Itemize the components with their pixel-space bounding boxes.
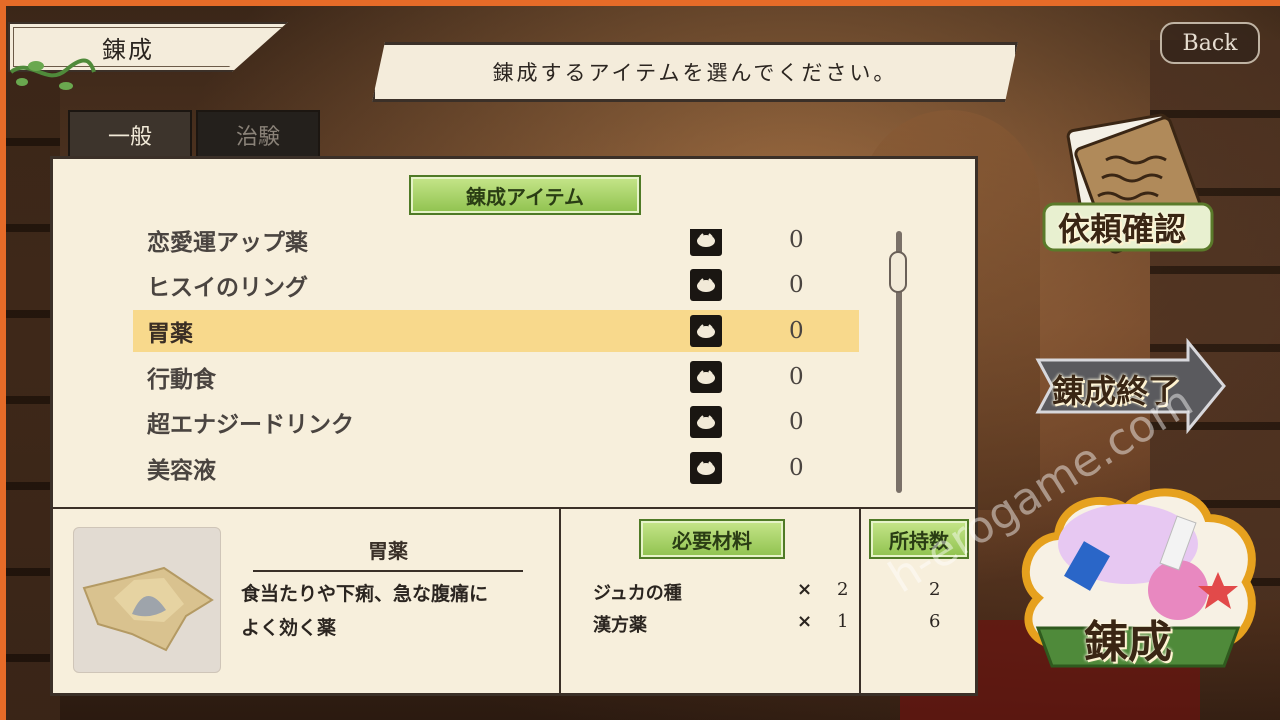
- back-button[interactable]: Back: [1160, 22, 1260, 64]
- item-bag-icon: [690, 361, 722, 393]
- item-count: 0: [789, 272, 804, 298]
- medicine-powder-icon: [82, 566, 214, 652]
- item-bag-icon: [690, 406, 722, 438]
- panel-divider: [53, 507, 975, 509]
- instruction-banner: 錬成するアイテムを選んでください。: [372, 42, 1018, 102]
- list-item[interactable]: 恋愛運アップ薬 0: [133, 229, 859, 261]
- item-count: 0: [789, 229, 804, 253]
- list-item[interactable]: 超エナジードリンク 0: [133, 401, 859, 443]
- detail-item-name: 胃薬: [253, 535, 523, 572]
- material-multiply: ×: [797, 579, 813, 600]
- list-item[interactable]: ヒスイのリング 0: [133, 264, 859, 306]
- material-multiply: ×: [797, 611, 813, 632]
- panel-divider-vertical: [559, 509, 561, 693]
- material-row: ジュカの種 × 2: [593, 577, 849, 607]
- item-count: 0: [789, 409, 804, 435]
- item-name: ヒスイのリング: [147, 275, 308, 301]
- item-count: 0: [789, 318, 804, 344]
- craft-item-list[interactable]: 恋愛運アップ薬 0 ヒスイのリング 0 胃薬 0 行動食 0 超エナジードリンク…: [133, 229, 873, 499]
- item-count: 0: [789, 364, 804, 390]
- item-bag-icon: [690, 229, 722, 256]
- tab-clinical-trial[interactable]: 治験: [196, 110, 320, 158]
- request-confirm-label: 依頼確認: [1058, 210, 1187, 248]
- panel-divider-vertical: [859, 509, 861, 693]
- item-name: 超エナジードリンク: [147, 412, 354, 438]
- material-required-qty: 1: [837, 611, 849, 632]
- craft-label: 錬成: [1084, 617, 1172, 668]
- item-count: 0: [789, 455, 804, 481]
- material-owned-qty: 6: [929, 611, 941, 632]
- craft-items-header: 錬成アイテム: [409, 175, 641, 215]
- detail-description-line: よく効く薬: [241, 617, 337, 639]
- item-name: 美容液: [147, 458, 216, 484]
- item-bag-icon: [690, 315, 722, 347]
- item-name: 恋愛運アップ薬: [147, 230, 308, 256]
- detail-description-line: 食当たりや下痢、急な腹痛に: [241, 583, 489, 605]
- tab-general[interactable]: 一般: [68, 110, 192, 158]
- instruction-text: 錬成するアイテムを選んでください。: [492, 61, 898, 85]
- list-item-selected[interactable]: 胃薬 0: [133, 310, 859, 352]
- item-thumbnail: [73, 527, 221, 673]
- item-name: 行動食: [147, 367, 216, 393]
- list-item[interactable]: 行動食 0: [133, 356, 859, 398]
- detail-description: 食当たりや下痢、急な腹痛に よく効く薬: [241, 577, 553, 645]
- list-scrollbar-thumb[interactable]: [889, 251, 907, 293]
- vine-ornament-icon: [9, 58, 96, 90]
- material-row: 漢方薬 × 1: [593, 609, 849, 639]
- material-name: ジュカの種: [593, 583, 682, 604]
- request-confirm-button[interactable]: 依頼確認: [1040, 112, 1220, 272]
- item-bag-icon: [690, 452, 722, 484]
- item-bag-icon: [690, 269, 722, 301]
- screen-title: 錬成: [102, 35, 154, 64]
- item-name: 胃薬: [147, 321, 193, 347]
- crafting-panel: 錬成アイテム 恋愛運アップ薬 0 ヒスイのリング 0 胃薬 0 行動食 0 超エ…: [50, 156, 978, 696]
- required-materials-header: 必要材料: [639, 519, 785, 559]
- material-name: 漢方薬: [593, 615, 647, 636]
- material-required-qty: 2: [837, 579, 849, 600]
- list-item[interactable]: 美容液 0: [133, 447, 859, 489]
